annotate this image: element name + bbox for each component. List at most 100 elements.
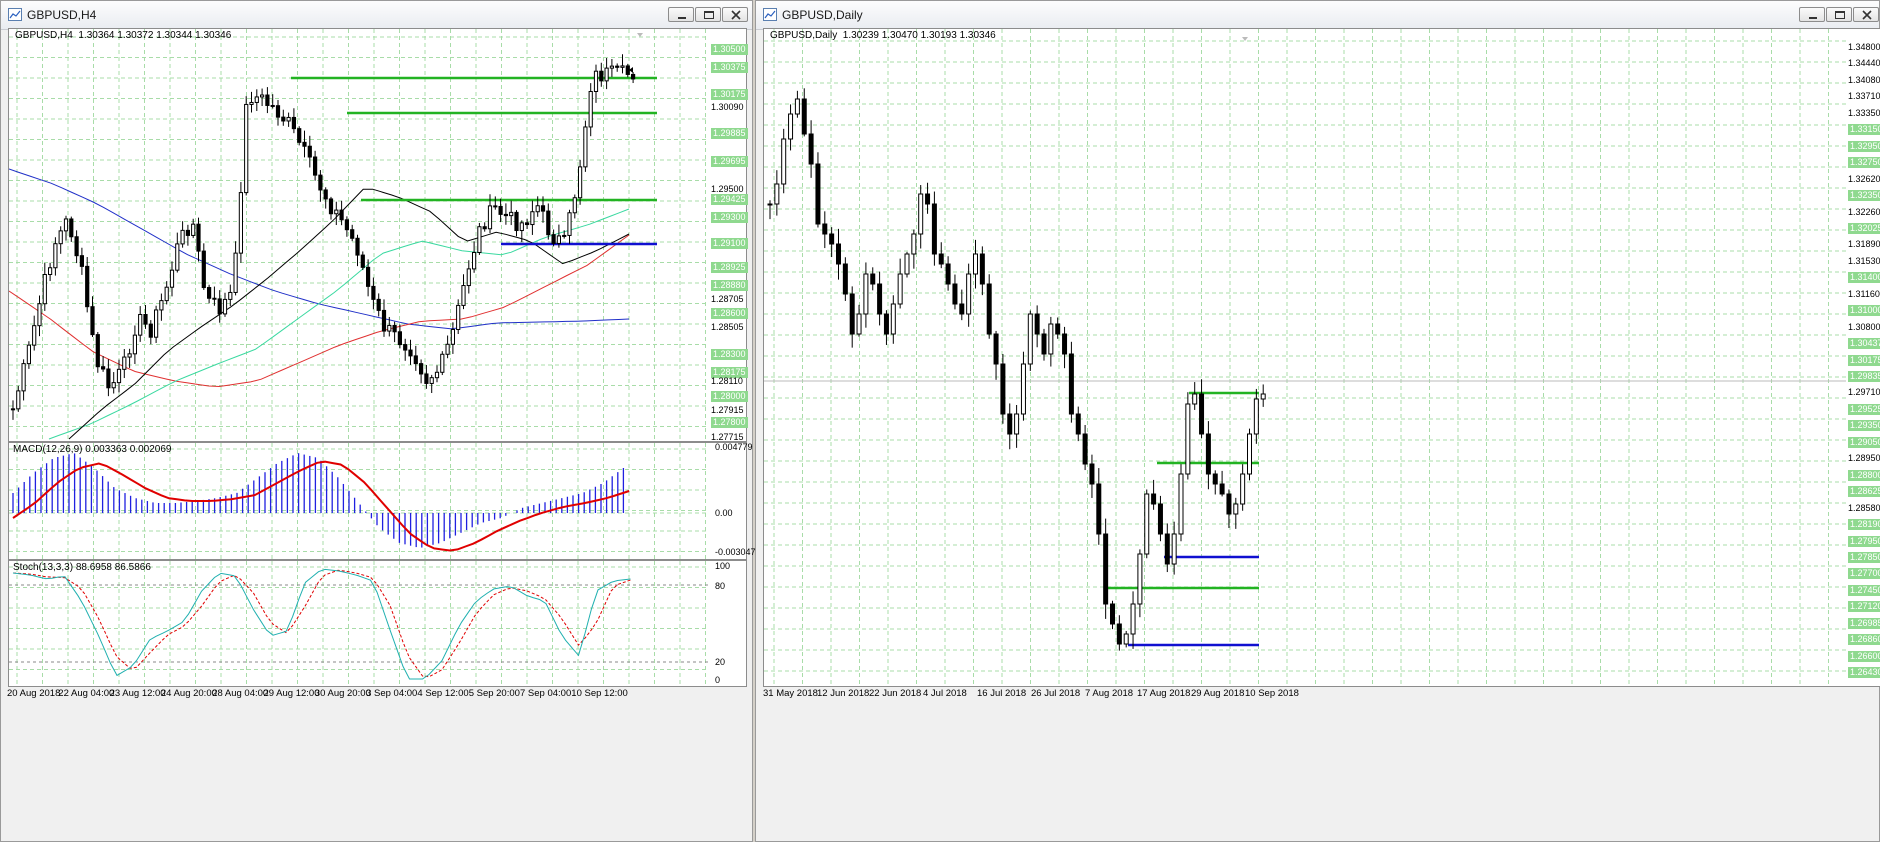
h4-candle [90,306,95,336]
h4-candle [10,408,16,411]
daily-candle [918,193,924,235]
time-axis-label: 23 Aug 12:00 [109,688,166,699]
time-axis-label: 22 Jun 2018 [869,688,922,699]
daily-candle [897,273,903,305]
price-axis-label: 1.28300 [711,349,748,360]
h4-candle [578,166,583,199]
minimize-icon [1809,17,1817,19]
price-axis-label: 1.27950 [1848,535,1880,547]
h4-window-title: GBPUSD,H4 [27,8,97,22]
daily-candle [1199,393,1205,435]
h4-candle [249,101,254,105]
h4-candle [593,70,599,92]
price-axis-label: 1.29695 [711,156,748,167]
h4-chart-window[interactable]: GBPUSD,H4 GBPUSD,H4 1.30364 1.30372 1.30… [0,0,756,842]
daily-window-titlebar[interactable]: GBPUSD,Daily [756,1,1879,30]
price-axis-label: 1.27450 [1848,584,1880,596]
h4-candle [260,94,265,98]
daily-candle [890,303,896,335]
daily-candle [767,203,773,206]
h4-window-titlebar[interactable]: GBPUSD,H4 [1,1,752,30]
daily-candle [1089,463,1095,485]
daily-candle [973,253,978,275]
h4-candle [127,353,132,358]
daily-candle [794,98,800,115]
h4-candle [387,324,392,332]
h4-candle [275,105,281,118]
h4-price-chart[interactable]: GBPUSD,H4 1.30364 1.30372 1.30344 1.3034… [8,28,748,442]
h4-candle [291,116,296,130]
macd-scale-zero: 0.00 [715,508,733,518]
daily-time-axis[interactable]: 31 May 2018 12 Jun 2018 22 Jun 2018 4 Jul 2… [763,687,1880,703]
time-axis-label: 4 Jul 2018 [923,688,967,699]
h4-candle [58,230,63,245]
h4-candle [472,252,477,270]
stoch-signal-line [12,569,631,678]
h4-candle [503,213,508,217]
h4-price-plot[interactable] [9,29,746,441]
daily-candle [842,263,848,295]
h4-candle [143,313,148,325]
close-button[interactable] [722,7,748,22]
macd-scale-bottom: -0.003047 [715,547,756,557]
maximize-button[interactable] [1826,7,1852,22]
h4-candle [196,223,201,252]
h4-time-axis[interactable]: 20 Aug 2018 22 Aug 04:00 23 Aug 12:00 24 Au… [7,687,747,703]
time-axis-label: 29 Aug 12:00 [263,688,320,699]
daily-candle [781,138,787,185]
minimize-button[interactable] [668,7,694,22]
daily-candle [1219,483,1225,495]
price-axis-label: 1.29350 [1848,420,1880,432]
close-icon [1862,10,1872,20]
daily-candle [1205,433,1211,475]
daily-candle [1151,493,1157,505]
h4-candle [339,209,344,221]
daily-candle [829,233,835,245]
daily-candle [1062,333,1068,355]
h4-candle [493,205,498,208]
price-axis-label: 1.32950 [1848,140,1880,152]
stoch-main-line [12,568,631,680]
h4-candle [424,373,429,384]
stoch-scale-0: 0 [715,675,721,685]
daily-price-plot[interactable] [764,29,1880,686]
daily-candle [911,233,917,255]
price-axis-label: 1.29050 [1848,436,1880,448]
close-button[interactable] [1853,7,1879,22]
time-axis-label: 3 Sep 04:00 [366,688,418,699]
time-axis-label: 7 Sep 04:00 [520,688,572,699]
h4-candle [37,303,42,327]
price-axis-label: 1.26985 [1848,617,1880,629]
time-axis-label: 20 Aug 2018 [7,688,61,699]
daily-candle [1137,553,1143,605]
daily-price-chart[interactable]: GBPUSD,Daily 1.30239 1.30470 1.30193 1.3… [763,28,1880,687]
daily-candle [877,283,883,315]
price-axis-label: 1.30500 [711,44,748,55]
daily-candle [1157,503,1163,535]
daily-chart-window[interactable]: GBPUSD,Daily GBPUSD,Daily 1.30239 1.3047… [755,0,1880,842]
minimize-button[interactable] [1799,7,1825,22]
price-axis-label: 1.27800 [711,417,748,428]
h4-macd-panel[interactable]: MACD(12,26,9) 0.003363 0.002069 0.004779… [8,442,756,560]
daily-candle [959,303,965,315]
daily-candle [1144,493,1150,555]
h4-candle [572,197,577,214]
chart-window-icon [8,8,22,21]
maximize-icon [1835,11,1845,19]
maximize-button[interactable] [695,7,721,22]
h4-candle [318,174,323,191]
h4-candle [599,70,604,82]
h4-stochastic-panel[interactable]: Stoch(13,3,3) 88.6958 86.5866 100 80 20 … [8,560,747,687]
price-axis-label: 1.30175 [711,89,748,100]
price-axis-label: 1.32350 [1848,190,1880,202]
h4-candle [154,309,159,338]
h4-candle [122,356,127,370]
daily-candle [1178,473,1184,535]
h4-candle [313,156,318,176]
price-axis-label: 1.28925 [711,262,748,273]
time-axis-label: 5 Sep 20:00 [468,688,520,699]
daily-candle [808,133,814,165]
h4-candle [540,205,546,212]
stochastic-plot [9,561,709,686]
time-axis-label: 10 Sep 12:00 [571,688,628,699]
